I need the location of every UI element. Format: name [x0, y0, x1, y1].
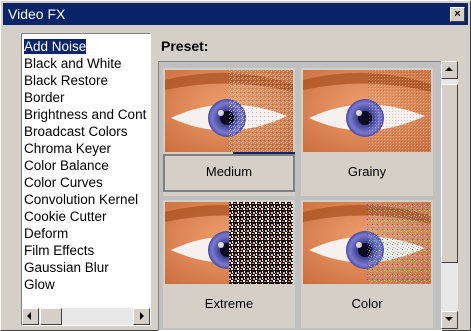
- arrow-right-icon: [140, 312, 144, 320]
- eye-image-icon: [165, 70, 293, 152]
- eye-image-icon: [303, 202, 431, 284]
- effect-item[interactable]: Deform: [22, 225, 150, 242]
- preset-color[interactable]: Color: [301, 200, 433, 328]
- effect-item[interactable]: Film Effects: [22, 242, 150, 259]
- scroll-thumb[interactable]: [441, 84, 458, 263]
- list-horizontal-scrollbar[interactable]: [22, 308, 150, 325]
- preset-label: Preset:: [161, 38, 209, 54]
- window-title: Video FX: [8, 6, 66, 22]
- preset-thumbnail: [165, 202, 293, 284]
- scroll-up-button[interactable]: [441, 61, 458, 79]
- effect-item[interactable]: Black Restore: [22, 72, 150, 89]
- preset-label-color: Color: [351, 296, 383, 311]
- effect-item[interactable]: Add Noise: [22, 38, 150, 55]
- effect-item[interactable]: Broadcast Colors: [22, 123, 150, 140]
- effect-item[interactable]: Border: [22, 89, 150, 106]
- arrow-down-icon: [445, 317, 453, 321]
- effect-item[interactable]: Gaussian Blur: [22, 259, 150, 276]
- effect-item[interactable]: Black and White: [22, 55, 150, 72]
- title-bar[interactable]: Video FX ×: [3, 3, 468, 25]
- effects-list[interactable]: Add Noise Black and White Black Restore …: [21, 33, 151, 326]
- video-fx-window: Video FX × Add Noise Black and White Bla…: [0, 0, 471, 331]
- effect-item[interactable]: Brightness and Cont: [22, 106, 150, 123]
- preset-extreme[interactable]: Extreme: [163, 200, 295, 328]
- preset-label-medium: Medium: [205, 164, 253, 179]
- preset-label-extreme: Extreme: [204, 296, 254, 311]
- close-icon: ×: [454, 8, 461, 20]
- effect-item[interactable]: Convolution Kernel: [22, 191, 150, 208]
- eye-image-icon: [165, 202, 293, 284]
- preset-thumbnail: [303, 70, 431, 152]
- scroll-thumb[interactable]: [40, 308, 62, 325]
- scroll-down-button[interactable]: [441, 311, 458, 329]
- preset-label-grainy: Grainy: [347, 164, 387, 179]
- effect-item[interactable]: Color Balance: [22, 157, 150, 174]
- effect-item[interactable]: Glow: [22, 276, 150, 293]
- arrow-left-icon: [27, 312, 31, 320]
- scroll-right-button[interactable]: [133, 308, 150, 325]
- effect-item[interactable]: Cookie Cutter: [22, 208, 150, 225]
- preset-grainy[interactable]: Grainy: [301, 68, 433, 196]
- effect-item[interactable]: Chroma Keyer: [22, 140, 150, 157]
- effect-item[interactable]: Color Curves: [22, 174, 150, 191]
- scroll-left-button[interactable]: [22, 308, 39, 325]
- preset-gallery: Medium Grainy Extreme Color: [158, 61, 442, 331]
- eye-image-icon: [303, 70, 431, 152]
- close-button[interactable]: ×: [450, 7, 465, 22]
- arrow-up-icon: [445, 67, 453, 71]
- preset-vertical-scrollbar[interactable]: [441, 61, 458, 329]
- preset-thumbnail: [303, 202, 431, 284]
- preset-thumbnail: [165, 70, 293, 152]
- preset-medium[interactable]: Medium: [163, 68, 295, 196]
